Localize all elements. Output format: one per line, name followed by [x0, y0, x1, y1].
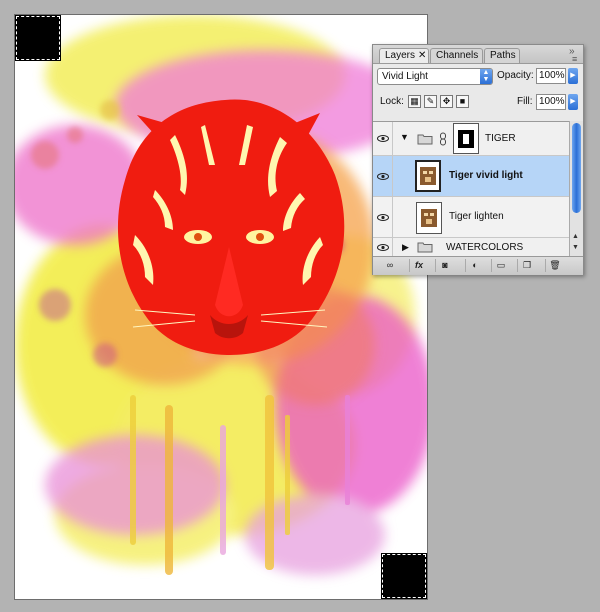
adjustment-layer-icon[interactable]: ◐: [465, 259, 484, 272]
layer-group-watercolors[interactable]: ▶ WATERCOLORS: [373, 238, 569, 257]
eye-icon: [377, 214, 389, 221]
folder-icon: [417, 134, 433, 145]
tiger-thumbnail-icon: [421, 209, 437, 227]
visibility-toggle[interactable]: [373, 238, 393, 257]
opacity-label: Opacity:: [497, 70, 534, 81]
eye-icon: [377, 244, 389, 251]
eye-icon: [377, 173, 389, 180]
fx-icon[interactable]: fx: [409, 259, 428, 272]
select-arrows-icon: ▲ ▼: [480, 69, 492, 84]
visibility-toggle[interactable]: [373, 197, 393, 237]
fill-slider-button[interactable]: ▶: [568, 94, 578, 110]
layers-scrollbar[interactable]: ▲ ▼: [569, 121, 583, 256]
document-canvas[interactable]: [14, 14, 428, 600]
layer-name: Tiger lighten: [449, 211, 504, 222]
new-layer-icon[interactable]: ❐: [517, 259, 536, 272]
mask-shape-icon: [458, 130, 474, 148]
scroll-down-icon[interactable]: ▼: [572, 244, 579, 251]
lock-transparency-icon[interactable]: ▦: [408, 95, 421, 108]
group-mask-thumbnail[interactable]: [453, 123, 479, 154]
layer-thumbnail[interactable]: [415, 160, 441, 192]
blend-mode-value: Vivid Light: [382, 71, 428, 82]
expand-triangle-icon[interactable]: ▶: [402, 242, 409, 253]
tab-layers[interactable]: Layers ✕: [379, 48, 429, 63]
layer-group-tiger[interactable]: ▼ TIGER: [373, 122, 569, 156]
lock-all-icon[interactable]: ■: [456, 95, 469, 108]
tab-channels-label: Channels: [436, 50, 479, 61]
corner-crop-mark-bottom-right: [381, 553, 427, 599]
panel-tab-bar: Layers ✕ Channels Paths » ≡: [373, 45, 583, 64]
close-icon[interactable]: ✕: [418, 50, 426, 61]
blend-mode-select[interactable]: Vivid Light ▲ ▼: [377, 68, 493, 85]
layer-name: TIGER: [485, 133, 516, 144]
layer-tiger-lighten[interactable]: Tiger lighten: [373, 197, 569, 238]
fill-label: Fill:: [517, 96, 533, 107]
artwork: [15, 15, 427, 575]
opacity-slider-button[interactable]: ▶: [568, 68, 578, 84]
lock-position-icon[interactable]: ✥: [440, 95, 453, 108]
link-layers-icon[interactable]: ∞: [381, 259, 399, 272]
visibility-toggle[interactable]: [373, 156, 393, 196]
layers-panel: Layers ✕ Channels Paths » ≡ Vivid Light ▲…: [372, 44, 584, 275]
blend-row: Vivid Light ▲ ▼ Opacity: 100% ▶: [377, 68, 579, 88]
tiger-illustration: [117, 99, 345, 356]
fill-input[interactable]: 100%: [536, 94, 566, 110]
folder-icon: [417, 242, 433, 253]
visibility-toggle[interactable]: [373, 122, 393, 155]
lock-label: Lock:: [380, 96, 404, 107]
mask-link-icon[interactable]: [439, 132, 447, 146]
layer-name: WATERCOLORS: [446, 242, 524, 253]
add-mask-icon[interactable]: ◙: [435, 259, 454, 272]
scroll-thumb[interactable]: [572, 123, 581, 213]
new-group-icon[interactable]: ▭: [491, 259, 510, 272]
layer-tiger-vivid-light[interactable]: Tiger vivid light: [373, 156, 569, 197]
tab-paths[interactable]: Paths: [484, 48, 520, 63]
scroll-up-icon[interactable]: ▲: [572, 233, 579, 240]
layers-list: ▼ TIGER Tiger vivid light Tiger lighten …: [373, 121, 569, 257]
layers-footer: ∞ fx ◙ ◐ ▭ ❐ 🗑: [373, 256, 583, 275]
tiger-thumbnail-icon: [420, 167, 436, 185]
expand-triangle-icon[interactable]: ▼: [400, 132, 409, 142]
layer-name: Tiger vivid light: [449, 170, 523, 181]
trash-icon[interactable]: 🗑: [545, 259, 564, 272]
tab-layers-label: Layers: [385, 50, 416, 61]
tab-paths-label: Paths: [490, 50, 516, 61]
corner-crop-mark-top-left: [15, 15, 61, 61]
panel-menu-icon[interactable]: ≡: [572, 54, 577, 64]
lock-image-icon[interactable]: ✎: [424, 95, 437, 108]
tab-channels[interactable]: Channels: [430, 48, 483, 63]
opacity-input[interactable]: 100%: [536, 68, 566, 84]
eye-icon: [377, 135, 389, 142]
layer-thumbnail[interactable]: [416, 202, 442, 234]
